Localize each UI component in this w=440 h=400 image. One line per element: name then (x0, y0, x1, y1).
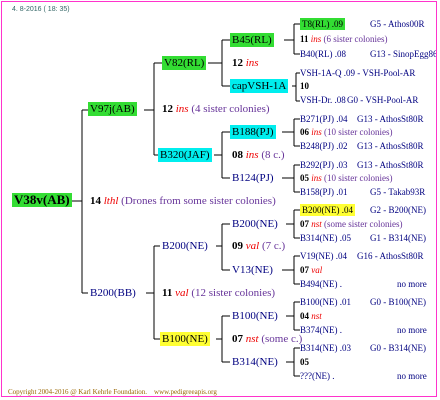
g2a-ins: ins (245, 57, 259, 69)
g1b-info: 11 val (12 sister colonies) (160, 286, 277, 300)
g4-16-right: no more (397, 371, 427, 381)
g2d-num: 07 (232, 333, 243, 345)
g1a-ins: ins (175, 103, 189, 115)
g1a-info: 12 ins (4 sister colonies) (160, 102, 272, 116)
g4-3[interactable]: VSH-1A-Q .09 - VSH-Pool-AR (300, 67, 415, 79)
g3b-info: 10 (300, 81, 309, 91)
g3h-info: 05 (300, 357, 309, 367)
g1a-num: 12 (162, 103, 173, 115)
g4-14[interactable]: B374(NE) . (300, 324, 342, 336)
g4-13[interactable]: B100(NE) .01 (300, 296, 351, 308)
g1b-note: (12 sister colonies) (191, 287, 276, 299)
g3c-queen[interactable]: B188(PJ) (230, 125, 276, 139)
g2c-note: (7 c.) (261, 240, 286, 252)
g2d-info: 07 nst (some c.) (230, 332, 304, 346)
root-queen[interactable]: V38v(AB) (12, 193, 72, 207)
g3c-info: 06 ins (10 sister colonies) (300, 127, 393, 137)
g4-6[interactable]: B248(PJ) .02 (300, 140, 348, 152)
g4-16[interactable]: ???(NE) . (300, 370, 334, 382)
g3g-info: 04 nst (300, 311, 322, 321)
g3a-queen[interactable]: B45(RL) (230, 33, 274, 47)
g2b-note: (8 c.) (261, 149, 285, 161)
g4-5[interactable]: B271(PJ) .04 (300, 113, 348, 125)
g2a-queen[interactable]: V82(RL) (162, 56, 207, 70)
g3d-info: 05 ins (10 sister colonies) (300, 173, 393, 183)
g4-2-right: G13 - SinopEgg86R (370, 49, 437, 59)
g2c-ins: val (245, 240, 260, 252)
g4-9[interactable]: B200(NE) .04 (300, 204, 355, 216)
g3g-queen[interactable]: B100(NE) (230, 309, 280, 323)
g1a-queen[interactable]: V97j(AB) (88, 102, 137, 116)
g2b-num: 08 (232, 149, 243, 161)
g4-10[interactable]: B314(NE) .05 (300, 232, 351, 244)
g4-7-right: G13 - AthosSt80R (357, 160, 424, 170)
g4-14-right: no more (397, 325, 427, 335)
g4-7[interactable]: B292(PJ) .03 (300, 159, 348, 171)
g4-12[interactable]: B494(NE) . (300, 278, 342, 290)
g4-8[interactable]: B158(PJ) .01 (300, 186, 348, 198)
g2b-queen[interactable]: B320(JAF) (158, 148, 212, 162)
g4-10-right: G1 - B314(NE) (370, 233, 426, 243)
g4-9-right: G2 - B200(NE) (370, 205, 426, 215)
g4-0[interactable]: T8(RL) .09 (300, 18, 345, 30)
g2a-num: 12 (232, 57, 243, 69)
root-note: (Drones from some sister colonies) (121, 195, 276, 207)
g1b-ins: val (175, 287, 189, 299)
footer-copyright: Copyright 2004-2016 @ Karl Kehrle Founda… (8, 388, 148, 396)
g1a-note: (4 sister colonies) (191, 103, 270, 115)
g2c-queen[interactable]: B200(NE) (160, 239, 210, 253)
g1b-num: 11 (162, 287, 173, 299)
g4-4-right: G0 - VSH-Pool-AR (347, 95, 419, 105)
g3b-queen[interactable]: capVSH-1A (230, 79, 289, 93)
g2d-ins: nst (245, 333, 259, 345)
g3d-queen[interactable]: B124(PJ) (230, 171, 276, 185)
g2c-info: 09 val (7 c.) (230, 239, 287, 253)
g2b-ins: ins (245, 149, 259, 161)
g4-11[interactable]: V19(NE) .04 (300, 250, 347, 262)
g4-2[interactable]: B40(RL) .08 (300, 48, 346, 60)
g3a-info: 11 ins (6 sister colonies) (300, 34, 388, 44)
g4-12-right: no more (397, 279, 427, 289)
g4-4[interactable]: VSH-Dr. .08 (300, 94, 346, 106)
g4-5-right: G13 - AthosSt80R (357, 114, 424, 124)
g3f-info: 07 val (300, 265, 323, 275)
g2a-info: 12 ins (230, 56, 261, 70)
root-ins: lthl (103, 195, 119, 207)
g3e-queen[interactable]: B200(NE) (230, 217, 280, 231)
footer: Copyright 2004-2016 @ Karl Kehrle Founda… (8, 388, 217, 396)
g2b-info: 08 ins (8 c.) (230, 148, 287, 162)
pedigree-frame: 4. 8-2016 ( 18: 35) V38v(AB) 14 lthl (Dr… (1, 1, 437, 397)
g2c-num: 09 (232, 240, 243, 252)
g4-11-right: G16 - AthosSt80R (357, 251, 424, 261)
g4-15-right: G0 - B314(NE) (370, 343, 426, 353)
g4-15[interactable]: B314(NE) .03 (300, 342, 351, 354)
g4-13-right: G0 - B100(NE) (370, 297, 426, 307)
g3e-info: 07 nst (some sister colonies) (300, 219, 403, 229)
g2d-queen[interactable]: B100(NE) (160, 332, 210, 346)
g4-0-right: G5 - Athos00R (370, 19, 425, 29)
root-info: 14 lthl (Drones from some sister colonie… (88, 194, 278, 208)
g4-8-right: G5 - Takab93R (370, 187, 426, 197)
footer-url[interactable]: www.pedigreeapis.org (154, 388, 217, 396)
header-date: 4. 8-2016 ( 18: 35) (12, 6, 70, 13)
g4-6-right: G13 - AthosSt80R (357, 141, 424, 151)
g3h-queen[interactable]: B314(NE) (230, 355, 280, 369)
root-num: 14 (90, 195, 101, 207)
g3f-queen[interactable]: V13(NE) (230, 263, 275, 277)
g2d-note: (some c.) (261, 333, 303, 345)
g1b-queen[interactable]: B200(BB) (88, 286, 138, 300)
